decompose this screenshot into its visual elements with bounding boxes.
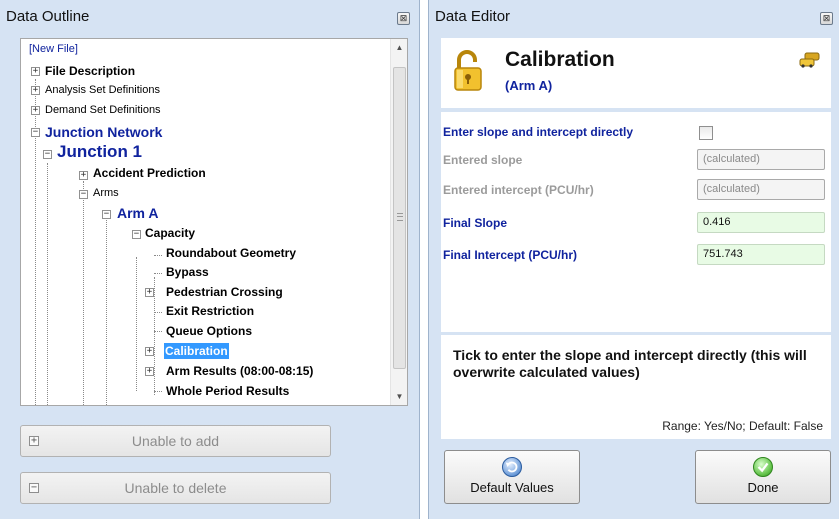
grip-icon <box>397 213 403 221</box>
add-button[interactable]: + Unable to add <box>20 425 331 457</box>
tree-item-bypass[interactable]: Bypass <box>166 264 209 280</box>
expand-icon[interactable]: + <box>31 86 40 95</box>
editor-title: Data Editor <box>435 8 511 25</box>
final-intercept-label: Final Intercept (PCU/hr) <box>443 248 578 262</box>
tree-item-accident-prediction[interactable]: Accident Prediction <box>93 165 206 181</box>
add-button-label: Unable to add <box>131 433 220 449</box>
default-values-button[interactable]: Default Values <box>444 450 580 504</box>
collapse-icon[interactable]: − <box>79 190 88 199</box>
outline-close-icon[interactable]: ⊠ <box>397 12 410 25</box>
tree-item-junction-network[interactable]: Junction Network <box>45 124 162 140</box>
editor-close-icon[interactable]: ⊠ <box>820 12 833 25</box>
help-range: Range: Yes/No; Default: False <box>662 419 823 433</box>
editor-section-title: Calibration <box>505 48 615 71</box>
reset-icon <box>502 457 522 477</box>
entered-slope-label: Entered slope <box>443 153 523 167</box>
tree-item-calibration[interactable]: Calibration <box>164 343 229 359</box>
tree-item-capacity[interactable]: Capacity <box>145 225 195 241</box>
tree-scrollbar[interactable]: ▲ ▼ <box>390 39 407 405</box>
help-text: Tick to enter the slope and intercept di… <box>453 347 807 380</box>
tree-item-arm-a[interactable]: Arm A <box>117 205 159 221</box>
tree-connector <box>154 331 162 332</box>
final-intercept-field[interactable]: 751.743 <box>697 244 825 265</box>
tree-item-arms[interactable]: Arms <box>93 185 119 201</box>
tree-item-new-file[interactable]: [New File] <box>29 41 78 57</box>
vehicles-icon[interactable] <box>799 52 821 68</box>
tree-item-exit-restriction[interactable]: Exit Restriction <box>166 303 254 319</box>
tree-connector <box>154 277 155 395</box>
tree-connector <box>154 273 162 274</box>
scroll-down-icon[interactable]: ▼ <box>391 388 407 405</box>
tree-item-demand-sets[interactable]: Demand Set Definitions <box>45 102 161 118</box>
entered-intercept-field[interactable]: (calculated) <box>697 179 825 200</box>
entered-intercept-label: Entered intercept (PCU/hr) <box>443 183 594 197</box>
tree-item-whole-period-results[interactable]: Whole Period Results <box>166 383 289 399</box>
tree-connector <box>83 181 84 405</box>
minus-icon: − <box>29 482 39 493</box>
unlocked-padlock-icon <box>454 50 482 91</box>
entered-slope-field[interactable]: (calculated) <box>697 149 825 170</box>
checkmark-icon <box>753 457 773 477</box>
done-label: Done <box>747 480 779 495</box>
collapse-icon[interactable]: − <box>102 210 111 219</box>
expand-icon[interactable]: + <box>145 288 154 297</box>
tree-connector <box>154 391 162 392</box>
collapse-icon[interactable]: − <box>43 150 52 159</box>
data-editor-panel: Data Editor ⊠ Calibration (Arm A) Enter … <box>428 0 839 519</box>
tree-item-arm-results[interactable]: Arm Results (08:00-08:15) <box>166 363 313 379</box>
outline-tree[interactable]: [New File] + File Description + Analysis… <box>20 38 408 406</box>
scroll-up-icon[interactable]: ▲ <box>391 39 407 56</box>
tree-item-junction-1[interactable]: Junction 1 <box>57 143 142 160</box>
tree-item-file-description[interactable]: File Description <box>45 63 135 79</box>
tree-item-analysis-sets[interactable]: Analysis Set Definitions <box>45 82 160 98</box>
scrollbar-thumb[interactable] <box>393 67 406 369</box>
final-slope-field[interactable]: 0.416 <box>697 212 825 233</box>
collapse-icon[interactable]: − <box>132 230 141 239</box>
tree-item-queue-options[interactable]: Queue Options <box>166 323 252 339</box>
editor-section-subtitle: (Arm A) <box>505 78 553 93</box>
delete-button[interactable]: − Unable to delete <box>20 472 331 504</box>
help-panel: Tick to enter the slope and intercept di… <box>441 335 831 439</box>
direct-entry-checkbox[interactable] <box>699 126 713 140</box>
outline-title: Data Outline <box>6 8 90 25</box>
expand-icon[interactable]: + <box>31 106 40 115</box>
collapse-icon[interactable]: − <box>31 128 40 137</box>
tree-connector <box>47 163 48 405</box>
expand-icon[interactable]: + <box>145 367 154 376</box>
tree-connector <box>154 312 162 313</box>
expand-icon[interactable]: + <box>79 171 88 180</box>
expand-icon[interactable]: + <box>31 67 40 76</box>
final-slope-label: Final Slope <box>443 216 508 230</box>
done-button[interactable]: Done <box>695 450 831 504</box>
direct-entry-label: Enter slope and intercept directly <box>443 125 634 139</box>
data-outline-panel: Data Outline ⊠ [New File] + File Descrip… <box>0 0 420 519</box>
editor-fields: Enter slope and intercept directly Enter… <box>441 112 831 332</box>
tree-item-roundabout-geometry[interactable]: Roundabout Geometry <box>166 245 296 261</box>
expand-icon[interactable]: + <box>145 347 154 356</box>
tree-connector <box>136 257 137 391</box>
tree-connector <box>106 217 107 405</box>
default-values-label: Default Values <box>470 480 554 495</box>
plus-icon: + <box>29 435 39 446</box>
tree-connector <box>154 255 162 256</box>
tree-item-pedestrian-crossing[interactable]: Pedestrian Crossing <box>166 284 283 300</box>
editor-header: Calibration (Arm A) <box>441 38 831 108</box>
delete-button-label: Unable to delete <box>124 480 227 496</box>
